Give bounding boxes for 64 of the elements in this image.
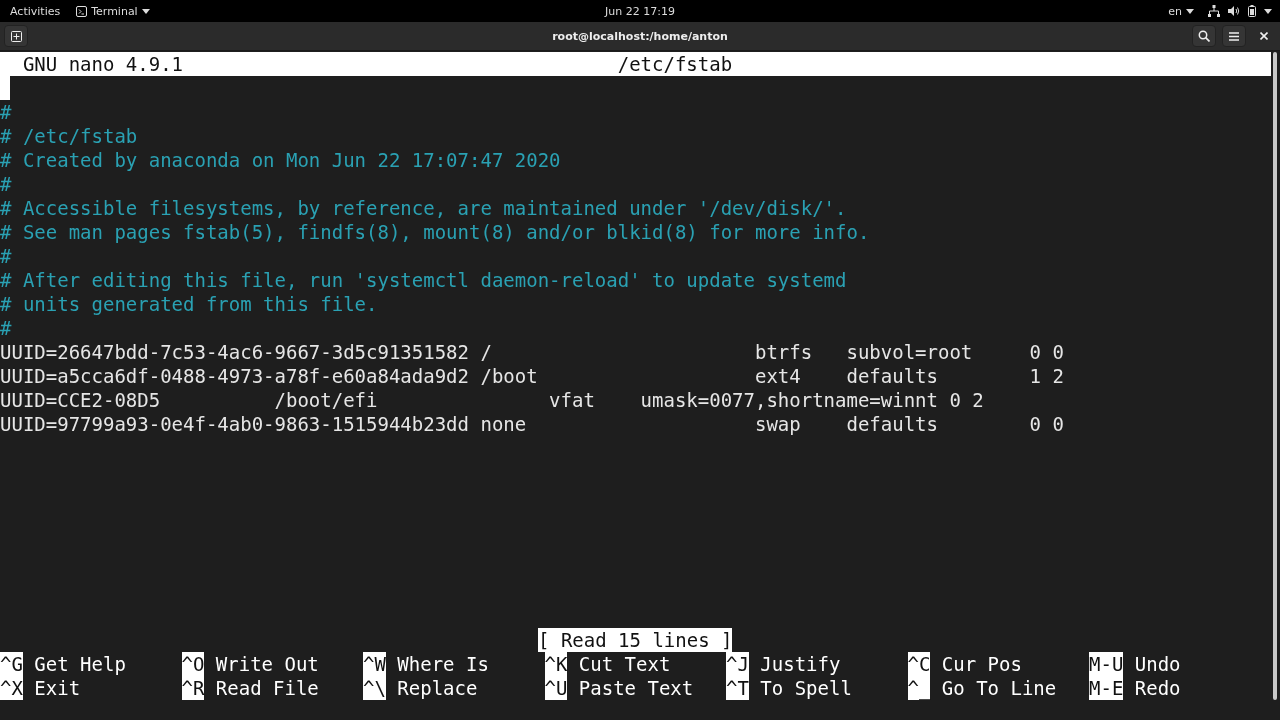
shortcut-label: Go To Line bbox=[941, 676, 1057, 700]
search-icon bbox=[1198, 30, 1210, 42]
scrollbar[interactable] bbox=[1272, 52, 1277, 700]
caret-icon bbox=[141, 8, 150, 14]
shortcut-key: M-E bbox=[1089, 676, 1124, 700]
comment-line: # units generated from this file. bbox=[0, 292, 378, 316]
shortcut-label: Get Help bbox=[34, 652, 126, 676]
shortcut-label: Read File bbox=[215, 676, 319, 700]
nano-version: GNU nano 4.9.1 bbox=[22, 52, 184, 76]
shortcut-key: ^T bbox=[726, 676, 749, 700]
status-message: [ Read 15 lines ] bbox=[538, 628, 733, 652]
config-line: UUID=97799a93-0e4f-4ab0-9863-1515944b23dd none swap defaults 0 0 bbox=[0, 412, 1064, 436]
comment-line: # bbox=[0, 244, 12, 268]
comment-line: # Accessible filesystems, by reference, are maintained under '/dev/disk/'. bbox=[0, 196, 847, 220]
config-line: UUID=a5cca6df-0488-4973-a78f-e60a84ada9d2 /boot ext4 defaults 1 2 bbox=[0, 364, 1064, 388]
shortcut-key: ^J bbox=[726, 652, 749, 676]
shortcut-label: Exit bbox=[34, 676, 81, 700]
comment-line: # /etc/fstab bbox=[0, 124, 138, 148]
comment-line: # Created by anaconda on Mon Jun 22 17:07:47 2020 bbox=[0, 148, 561, 172]
config-line: UUID=CCE2-08D5 /boot/efi vfat umask=0077,shortname=winnt 0 2 bbox=[0, 388, 984, 412]
comment-line: # bbox=[0, 100, 12, 124]
shortcut-label: Redo bbox=[1134, 676, 1181, 700]
shortcut-label: Undo bbox=[1134, 652, 1181, 676]
shortcut-label: Justify bbox=[760, 652, 841, 676]
shortcut-label: Cut Text bbox=[578, 652, 671, 676]
new-tab-button[interactable] bbox=[4, 25, 28, 47]
caret-icon bbox=[1186, 8, 1194, 14]
shortcut-key: ^\ bbox=[363, 676, 386, 700]
shortcut-label: To Spell bbox=[760, 676, 852, 700]
comment-line: # bbox=[0, 172, 12, 196]
shortcut-key: M-U bbox=[1089, 652, 1124, 676]
volume-icon bbox=[1228, 5, 1240, 17]
shortcut-key: ^W bbox=[363, 652, 386, 676]
shortcut-key: ^O bbox=[181, 652, 205, 676]
shortcut-key: ^C bbox=[907, 652, 931, 676]
menu-button[interactable] bbox=[1222, 25, 1246, 47]
system-menu[interactable] bbox=[1208, 5, 1272, 17]
shortcut-label: Write Out bbox=[215, 652, 319, 676]
comment-line: # See man pages fstab(5), findfs(8), mount(8) and/or blkid(8) for more info. bbox=[0, 220, 870, 244]
shortcut-label: Cur Pos bbox=[941, 652, 1022, 676]
menu-icon bbox=[1229, 31, 1239, 41]
shortcut-key: ^G bbox=[0, 652, 23, 676]
shortcut-label: Where Is bbox=[397, 652, 489, 676]
close-icon bbox=[1260, 32, 1268, 40]
shortcut-label: Paste Text bbox=[578, 676, 694, 700]
config-line: UUID=26647bdd-7c53-4ac6-9667-3d5c91351582 / btrfs subvol=root 0 0 bbox=[0, 340, 1064, 364]
activities-button[interactable]: Activities bbox=[8, 4, 63, 18]
shortcut-key: ^X bbox=[0, 676, 23, 700]
clock[interactable]: Jun 22 17:19 bbox=[605, 4, 675, 18]
window-title: root@localhost:/home/anton bbox=[552, 29, 728, 43]
app-menu[interactable]: Terminal bbox=[76, 4, 150, 18]
network-icon bbox=[1208, 5, 1220, 17]
comment-line: # bbox=[0, 316, 12, 340]
shortcut-label: Replace bbox=[397, 676, 478, 700]
new-tab-icon bbox=[10, 30, 22, 42]
shortcut-key: ^K bbox=[544, 652, 568, 676]
search-button[interactable] bbox=[1192, 25, 1216, 47]
input-source-menu[interactable]: en bbox=[1168, 4, 1194, 18]
terminal-icon bbox=[76, 5, 88, 17]
shortcut-key: ^U bbox=[544, 676, 568, 700]
file-name: /etc/fstab bbox=[617, 52, 733, 76]
caret-icon bbox=[1264, 8, 1272, 14]
comment-line: # After editing this file, run 'systemctl daemon-reload' to update systemd bbox=[0, 268, 847, 292]
battery-icon bbox=[1248, 5, 1256, 17]
